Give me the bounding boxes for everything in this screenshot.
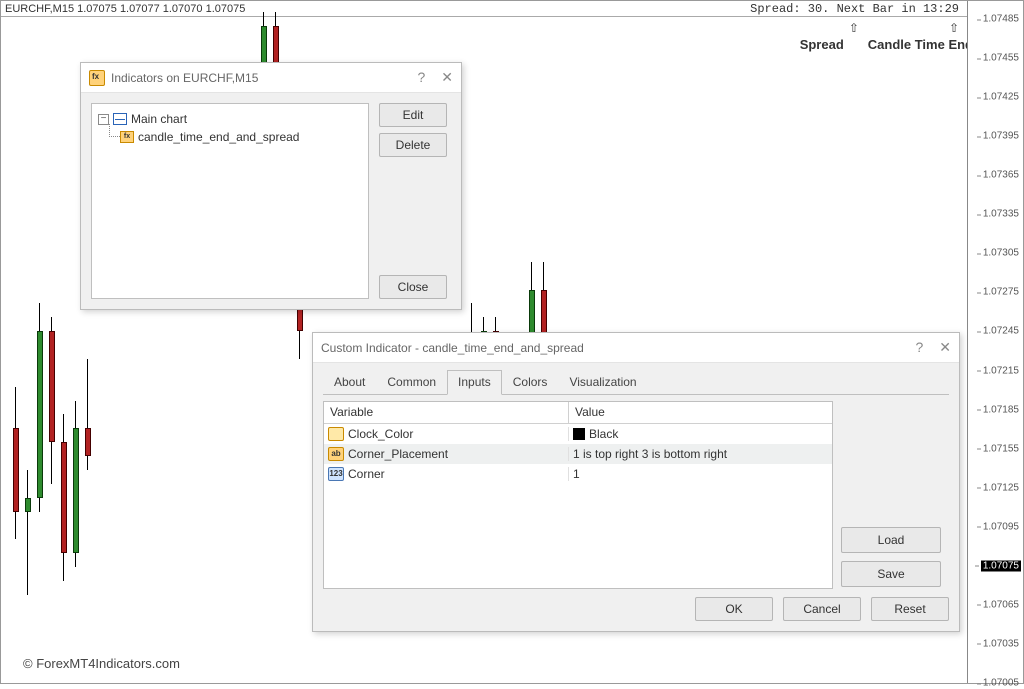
tree-root-label: Main chart — [131, 112, 187, 126]
tree-item-label: candle_time_end_and_spread — [138, 130, 299, 144]
close-icon[interactable]: ✕ — [939, 339, 951, 356]
int-type-icon — [328, 467, 344, 481]
grid-header-value: Value — [569, 402, 832, 423]
tab-common[interactable]: Common — [376, 370, 447, 395]
candle — [25, 470, 31, 595]
price-tick: 1.07365 — [983, 170, 1019, 181]
fx-icon: fx — [120, 131, 134, 143]
price-tick: 1.07095 — [983, 521, 1019, 532]
cancel-button[interactable]: Cancel — [783, 597, 861, 621]
save-button[interactable]: Save — [841, 561, 941, 587]
price-tick: 1.07245 — [983, 326, 1019, 337]
spread-readout: Spread: 30. Next Bar in 13:29 — [750, 2, 959, 16]
price-tick: 1.07305 — [983, 248, 1019, 259]
price-axis: 1.07485 1.07455 1.07425 1.07395 1.07365 1.073… — [967, 1, 1023, 683]
tab-colors[interactable]: Colors — [502, 370, 559, 395]
color-type-icon — [328, 427, 344, 441]
price-tick: 1.07215 — [983, 365, 1019, 376]
ok-button[interactable]: OK — [695, 597, 773, 621]
indicator-tree[interactable]: − Main chart fx candle_time_end_and_spre… — [91, 103, 369, 299]
variable-name: Corner — [348, 467, 385, 481]
variable-value: 1 — [573, 467, 580, 481]
grid-row[interactable]: Clock_Color Black — [324, 424, 832, 444]
candle — [85, 359, 91, 470]
variable-name: Corner_Placement — [348, 447, 448, 461]
price-tick: 1.07485 — [983, 14, 1019, 25]
price-tick: 1.07395 — [983, 131, 1019, 142]
price-tick: 1.07425 — [983, 92, 1019, 103]
tab-strip: AboutCommonInputsColorsVisualization — [323, 369, 949, 395]
grid-row[interactable]: Corner 1 — [324, 464, 832, 484]
indicators-titlebar[interactable]: Indicators on EURCHF,M15 ? ✕ — [81, 63, 461, 93]
custom-indicator-titlebar[interactable]: Custom Indicator - candle_time_end_and_s… — [313, 333, 959, 363]
grid-header-variable: Variable — [324, 402, 569, 423]
edit-button[interactable]: Edit — [379, 103, 447, 127]
tree-root[interactable]: − Main chart — [98, 110, 362, 128]
grid-row[interactable]: Corner_Placement 1 is top right 3 is bott… — [324, 444, 832, 464]
custom-indicator-title: Custom Indicator - candle_time_end_and_s… — [321, 341, 584, 355]
indicators-title: Indicators on EURCHF,M15 — [111, 71, 258, 85]
help-icon[interactable]: ? — [915, 339, 923, 356]
fx-icon — [89, 70, 105, 86]
variable-name: Clock_Color — [348, 427, 413, 441]
candle — [49, 317, 55, 484]
custom-indicator-dialog: Custom Indicator - candle_time_end_and_s… — [312, 332, 960, 632]
indicators-dialog: Indicators on EURCHF,M15 ? ✕ − Main char… — [80, 62, 462, 310]
candle — [73, 401, 79, 568]
variable-value: 1 is top right 3 is bottom right — [573, 447, 727, 461]
price-tick: 1.07065 — [983, 599, 1019, 610]
candle — [13, 387, 19, 540]
string-type-icon — [328, 447, 344, 461]
tab-about[interactable]: About — [323, 370, 376, 395]
candle — [37, 303, 43, 511]
inputs-grid[interactable]: Variable Value Clock_Color Black Corner_Pl… — [323, 401, 833, 589]
price-tick: 1.07335 — [983, 209, 1019, 220]
price-tick: 1.07005 — [983, 678, 1019, 689]
price-tick: 1.07075 — [981, 560, 1021, 571]
tab-inputs[interactable]: Inputs — [447, 370, 502, 395]
price-tick: 1.07185 — [983, 404, 1019, 415]
watermark: © ForexMT4Indicators.com — [23, 656, 180, 671]
help-icon[interactable]: ? — [417, 69, 425, 86]
grid-header: Variable Value — [324, 402, 832, 424]
price-tick: 1.07275 — [983, 287, 1019, 298]
price-tick: 1.07035 — [983, 638, 1019, 649]
candle — [61, 414, 67, 581]
delete-button[interactable]: Delete — [379, 133, 447, 157]
close-icon[interactable]: ✕ — [441, 69, 453, 86]
price-tick: 1.07125 — [983, 482, 1019, 493]
price-tick: 1.07455 — [983, 53, 1019, 64]
price-tick: 1.07155 — [983, 443, 1019, 454]
tree-item-indicator[interactable]: fx candle_time_end_and_spread — [120, 128, 362, 146]
variable-value: Black — [589, 427, 618, 441]
tree-collapse-icon[interactable]: − — [98, 114, 109, 125]
reset-button[interactable]: Reset — [871, 597, 949, 621]
load-button[interactable]: Load — [841, 527, 941, 553]
color-swatch — [573, 428, 585, 440]
tab-visualization[interactable]: Visualization — [558, 370, 647, 395]
close-button[interactable]: Close — [379, 275, 447, 299]
